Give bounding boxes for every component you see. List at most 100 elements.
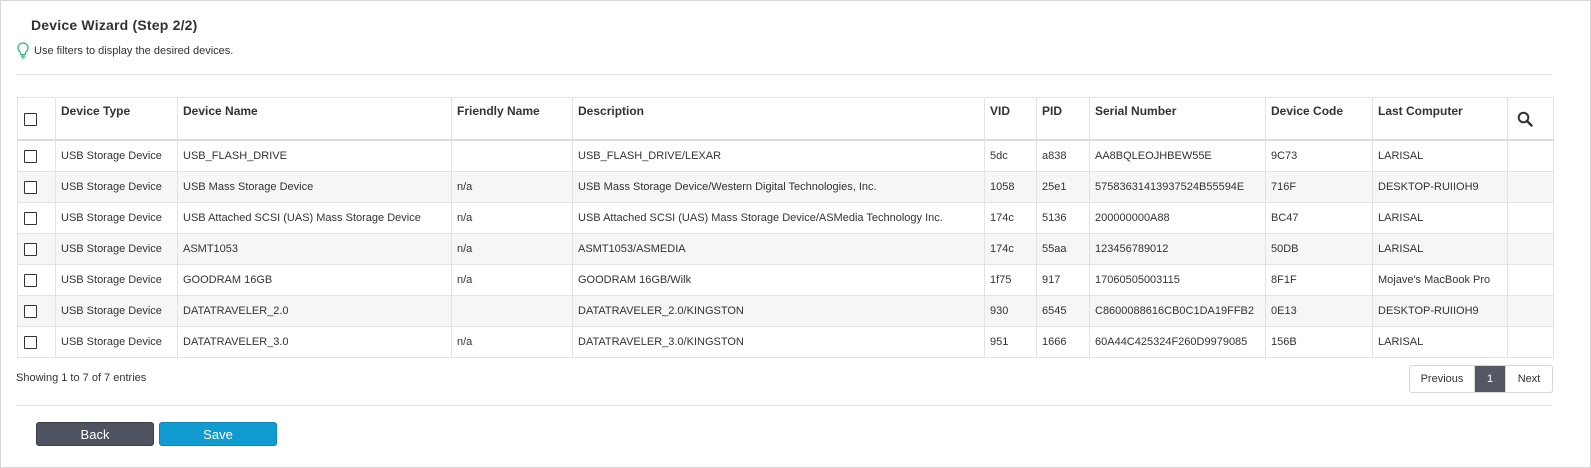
row-checkbox[interactable] xyxy=(24,304,37,318)
table-row[interactable]: USB Storage Device USB Attached SCSI (UA… xyxy=(17,202,1554,234)
row-select-cell xyxy=(17,264,56,296)
row-select-cell xyxy=(17,139,56,172)
cell-actions xyxy=(1507,326,1554,358)
cell-friendly-name xyxy=(451,295,573,327)
search-cell xyxy=(1507,97,1554,141)
cell-last-computer: DESKTOP-RUIIOH9 xyxy=(1372,171,1508,203)
previous-page-button[interactable]: Previous xyxy=(1410,366,1475,392)
column-header-friendly-name[interactable]: Friendly Name xyxy=(451,97,573,141)
row-select-cell xyxy=(17,326,56,358)
table-row[interactable]: USB Storage Device DATATRAVELER_3.0 n/a … xyxy=(17,326,1554,358)
column-header-last-computer[interactable]: Last Computer xyxy=(1372,97,1508,141)
column-header-vid[interactable]: VID xyxy=(984,97,1037,141)
cell-description: DATATRAVELER_3.0/KINGSTON xyxy=(572,326,985,358)
cell-device-type: USB Storage Device xyxy=(55,295,178,327)
cell-pid: 25e1 xyxy=(1036,171,1090,203)
select-all-checkbox[interactable] xyxy=(24,112,37,126)
cell-last-computer: DESKTOP-RUIIOH9 xyxy=(1372,295,1508,327)
cell-friendly-name: n/a xyxy=(451,202,573,234)
cell-device-type: USB Storage Device xyxy=(55,264,178,296)
cell-device-code: 8F1F xyxy=(1265,264,1373,296)
cell-serial-number: 57583631413937524B55594E xyxy=(1089,171,1266,203)
save-button[interactable]: Save xyxy=(159,422,277,446)
cell-device-name: DATATRAVELER_2.0 xyxy=(177,295,452,327)
cell-device-name: GOODRAM 16GB xyxy=(177,264,452,296)
cell-description: DATATRAVELER_2.0/KINGSTON xyxy=(572,295,985,327)
cell-pid: 917 xyxy=(1036,264,1090,296)
column-header-device-name[interactable]: Device Name xyxy=(177,97,452,141)
cell-friendly-name: n/a xyxy=(451,264,573,296)
table-row[interactable]: USB Storage Device DATATRAVELER_2.0 DATA… xyxy=(17,295,1554,327)
cell-last-computer: LARISAL xyxy=(1372,202,1508,234)
hint-text: Use filters to display the desired devic… xyxy=(34,45,234,57)
row-checkbox[interactable] xyxy=(24,149,37,163)
page-title: Device Wizard (Step 2/2) xyxy=(31,17,198,33)
cell-pid: 6545 xyxy=(1036,295,1090,327)
cell-friendly-name: n/a xyxy=(451,171,573,203)
cell-serial-number: 123456789012 xyxy=(1089,233,1266,265)
row-select-cell xyxy=(17,171,56,203)
search-icon[interactable] xyxy=(1517,111,1533,127)
column-header-device-type[interactable]: Device Type xyxy=(55,97,178,141)
cell-device-name: USB Mass Storage Device xyxy=(177,171,452,203)
table-info: Showing 1 to 7 of 7 entries xyxy=(16,372,147,384)
cell-device-code: BC47 xyxy=(1265,202,1373,234)
row-select-cell xyxy=(17,202,56,234)
cell-device-name: DATATRAVELER_3.0 xyxy=(177,326,452,358)
cell-serial-number: 17060505003115 xyxy=(1089,264,1266,296)
cell-device-name: USB_FLASH_DRIVE xyxy=(177,139,452,172)
cell-device-type: USB Storage Device xyxy=(55,326,178,358)
cell-vid: 930 xyxy=(984,295,1037,327)
cell-actions xyxy=(1507,233,1554,265)
cell-last-computer: LARISAL xyxy=(1372,139,1508,172)
table-row[interactable]: USB Storage Device ASMT1053 n/a ASMT1053… xyxy=(17,233,1554,265)
cell-vid: 951 xyxy=(984,326,1037,358)
devices-table-wrap: Device Type Device Name Friendly Name De… xyxy=(17,97,1554,358)
cell-serial-number: 60A44C425324F260D9979085 xyxy=(1089,326,1266,358)
cell-device-type: USB Storage Device xyxy=(55,233,178,265)
cell-device-type: USB Storage Device xyxy=(55,171,178,203)
next-page-button[interactable]: Next xyxy=(1506,366,1552,392)
cell-friendly-name: n/a xyxy=(451,233,573,265)
cell-vid: 174c xyxy=(984,202,1037,234)
divider xyxy=(16,74,1552,75)
cell-vid: 1f75 xyxy=(984,264,1037,296)
row-checkbox[interactable] xyxy=(24,180,37,194)
row-checkbox[interactable] xyxy=(24,211,37,225)
cell-friendly-name xyxy=(451,139,573,172)
column-header-description[interactable]: Description xyxy=(572,97,985,141)
cell-device-name: USB Attached SCSI (UAS) Mass Storage Dev… xyxy=(177,202,452,234)
table-row[interactable]: USB Storage Device USB Mass Storage Devi… xyxy=(17,171,1554,203)
column-header-serial-number[interactable]: Serial Number xyxy=(1089,97,1266,141)
cell-pid: 1666 xyxy=(1036,326,1090,358)
cell-device-code: 9C73 xyxy=(1265,139,1373,172)
cell-device-code: 50DB xyxy=(1265,233,1373,265)
row-checkbox[interactable] xyxy=(24,335,37,349)
column-header-pid[interactable]: PID xyxy=(1036,97,1090,141)
row-select-cell xyxy=(17,295,56,327)
pagination: Previous 1 Next xyxy=(1409,365,1553,393)
cell-device-code: 0E13 xyxy=(1265,295,1373,327)
column-header-device-code[interactable]: Device Code xyxy=(1265,97,1373,141)
footer-divider xyxy=(16,405,1552,406)
cell-description: USB_FLASH_DRIVE/LEXAR xyxy=(572,139,985,172)
cell-actions xyxy=(1507,202,1554,234)
cell-actions xyxy=(1507,295,1554,327)
cell-actions xyxy=(1507,171,1554,203)
table-row[interactable]: USB Storage Device GOODRAM 16GB n/a GOOD… xyxy=(17,264,1554,296)
row-checkbox[interactable] xyxy=(24,242,37,256)
cell-serial-number: 200000000A88 xyxy=(1089,202,1266,234)
cell-vid: 5dc xyxy=(984,139,1037,172)
cell-description: USB Mass Storage Device/Western Digital … xyxy=(572,171,985,203)
table-row[interactable]: USB Storage Device USB_FLASH_DRIVE USB_F… xyxy=(17,139,1554,172)
back-button[interactable]: Back xyxy=(36,422,154,446)
hint-row: Use filters to display the desired devic… xyxy=(17,42,233,60)
cell-serial-number: C8600088616CB0C1DA19FFB2 xyxy=(1089,295,1266,327)
page-1-button[interactable]: 1 xyxy=(1475,366,1506,392)
cell-description: ASMT1053/ASMEDIA xyxy=(572,233,985,265)
cell-device-type: USB Storage Device xyxy=(55,139,178,172)
cell-serial-number: AA8BQLEOJHBEW55E xyxy=(1089,139,1266,172)
row-checkbox[interactable] xyxy=(24,273,37,287)
cell-last-computer: LARISAL xyxy=(1372,233,1508,265)
cell-description: USB Attached SCSI (UAS) Mass Storage Dev… xyxy=(572,202,985,234)
